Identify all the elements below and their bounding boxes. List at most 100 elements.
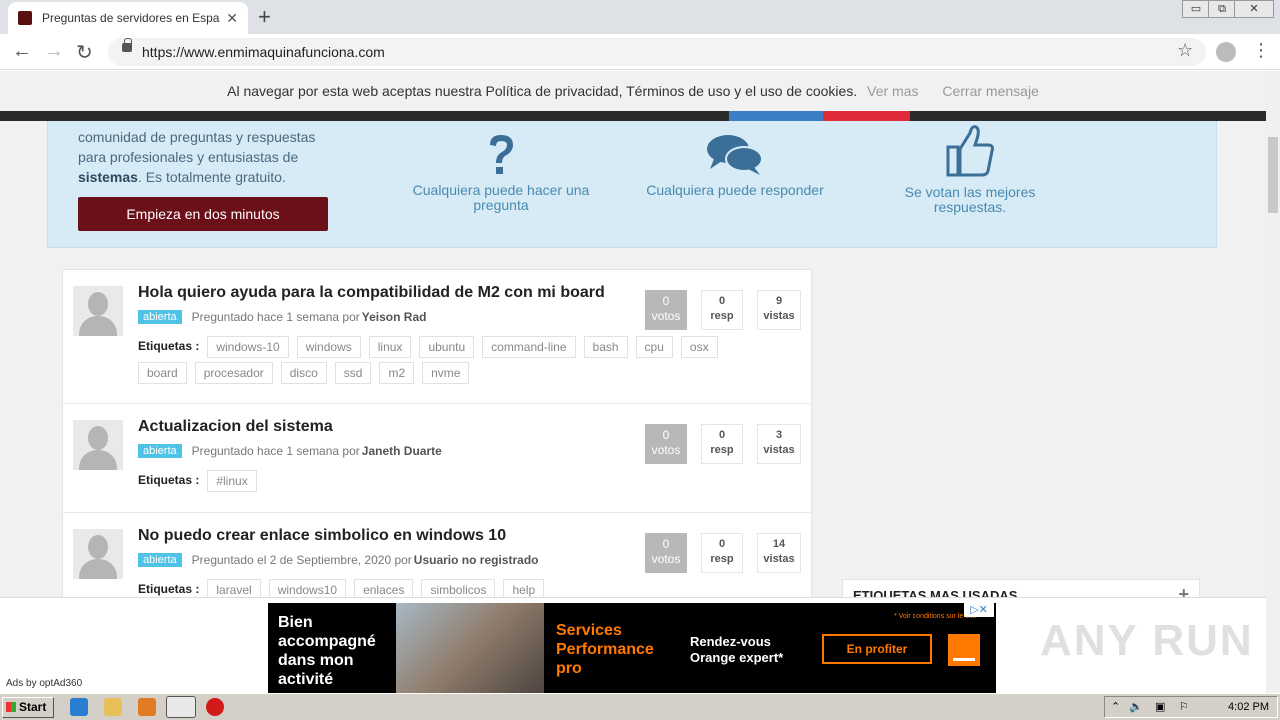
tag[interactable]: osx xyxy=(680,336,718,358)
views-label: vistas xyxy=(763,444,795,456)
tag[interactable]: cpu xyxy=(635,336,673,358)
tag[interactable]: linux xyxy=(368,336,412,358)
clock: 4:02 PM xyxy=(1228,701,1269,713)
chrome-taskbar-icon[interactable] xyxy=(166,696,196,718)
answers-label: resp xyxy=(710,310,734,322)
flag-icon[interactable]: ⚐ xyxy=(1179,697,1189,717)
ad-orange-text: Services Performance pro xyxy=(556,622,654,677)
tag[interactable]: m2 xyxy=(379,362,415,384)
votes-count: 0 votos xyxy=(645,290,687,330)
tag[interactable]: disco xyxy=(280,362,327,384)
browser-toolbar: ← → ↻ https://www.enmimaquinafunciona.co… xyxy=(0,34,1280,70)
tags-label: Etiquetas : xyxy=(138,339,200,353)
volume-icon[interactable]: 🔈 xyxy=(1129,697,1143,717)
cookie-more-link[interactable]: Ver mas xyxy=(867,83,918,99)
ad-white-text: Rendez-vous Orange expert* xyxy=(690,634,784,665)
user-avatar[interactable] xyxy=(73,529,123,579)
tags-label: Etiquetas : xyxy=(138,582,200,596)
user-avatar[interactable] xyxy=(73,420,123,470)
tab-title: Preguntas de servidores en Español xyxy=(42,11,221,25)
tag[interactable]: nvme xyxy=(422,362,470,384)
tag[interactable]: simbolicos xyxy=(421,579,496,597)
page-scrollbar[interactable] xyxy=(1266,71,1280,693)
tag[interactable]: windows-10 xyxy=(207,336,289,358)
anyrun-watermark: ANY RUN xyxy=(1040,616,1254,665)
popular-tags-widget: ETIQUETAS MAS USADAS + xyxy=(842,579,1200,597)
start-button-taskbar[interactable]: Start xyxy=(2,697,54,718)
address-bar[interactable]: https://www.enmimaquinafunciona.com xyxy=(108,38,1206,66)
feature-ask-label: Cualquiera puede hacer una pregunta xyxy=(412,182,590,213)
tag[interactable]: procesador xyxy=(194,362,273,384)
question-title[interactable]: Hola quiero ayuda para la compatibilidad… xyxy=(138,284,605,302)
browser-tab-strip: Preguntas de servidores en Español ✕ + ▭… xyxy=(0,0,1280,34)
ie-icon[interactable] xyxy=(70,698,88,716)
menu-dots-icon[interactable]: ⋮ xyxy=(1252,40,1270,61)
question-meta: abierta Preguntado el 2 de Septiembre, 2… xyxy=(138,553,538,567)
tag[interactable]: help xyxy=(503,579,545,597)
welcome-bold: sistemas xyxy=(78,169,138,185)
opera-icon[interactable] xyxy=(206,698,224,716)
views-value: 9 xyxy=(775,295,783,307)
tag[interactable]: ssd xyxy=(334,362,372,384)
tag[interactable]: enlaces xyxy=(354,579,414,597)
user-link[interactable]: Yeison Rad xyxy=(362,310,427,324)
profile-avatar-icon[interactable] xyxy=(1216,42,1236,62)
scrollbar-thumb[interactable] xyxy=(1268,137,1278,213)
reload-icon[interactable]: ↻ xyxy=(76,40,93,65)
answers-count: 0 resp xyxy=(701,533,743,573)
header-accent-blue xyxy=(729,111,823,121)
adchoices-close-icon[interactable]: ▷✕ xyxy=(964,603,994,617)
browser-tab[interactable]: Preguntas de servidores en Español ✕ xyxy=(8,2,248,34)
ad-cta-button[interactable]: En profiter xyxy=(822,634,932,664)
folder-icon[interactable] xyxy=(104,698,122,716)
question-title[interactable]: Actualizacion del sistema xyxy=(138,418,333,436)
votes-count: 0 votos xyxy=(645,533,687,573)
tray-arrow-icon[interactable]: ⌃ xyxy=(1111,697,1120,717)
user-avatar[interactable] xyxy=(73,286,123,336)
start-button[interactable]: Empieza en dos minutos xyxy=(78,197,328,231)
back-arrow-icon[interactable]: ← xyxy=(12,40,32,63)
window-restore-button[interactable]: ⧉ xyxy=(1208,0,1236,18)
tags-row: Etiquetas : #linux xyxy=(138,470,758,496)
windows-taskbar: Start ⌃ 🔈 ▣ ⚐ 4:02 PM xyxy=(0,693,1280,720)
tags-label: Etiquetas : xyxy=(138,473,200,487)
tag[interactable]: bash xyxy=(583,336,628,358)
cookie-close-link[interactable]: Cerrar mensaje xyxy=(942,83,1038,99)
views-value: 3 xyxy=(775,429,783,441)
thumbs-up-icon xyxy=(946,125,994,177)
ads-by-label[interactable]: Ads by optAd360 xyxy=(6,678,82,689)
tag[interactable]: laravel xyxy=(207,579,261,597)
bookmark-star-icon[interactable]: ☆ xyxy=(1177,40,1193,61)
views-count: 14 vistas xyxy=(757,533,801,573)
tag[interactable]: #linux xyxy=(207,470,257,492)
answers-count: 0 resp xyxy=(701,424,743,464)
new-tab-button[interactable]: + xyxy=(258,4,271,30)
tag[interactable]: windows xyxy=(296,336,361,358)
views-value: 14 xyxy=(772,538,786,550)
views-label: vistas xyxy=(763,553,795,565)
answers-label: resp xyxy=(710,444,734,456)
feature-vote-label: Se votan las mejores respuestas. xyxy=(904,184,1036,215)
tag[interactable]: ubuntu xyxy=(419,336,475,358)
tag[interactable]: windows10 xyxy=(268,579,347,597)
answers-value: 0 xyxy=(718,295,726,307)
window-close-button[interactable]: ✕ xyxy=(1234,0,1274,18)
expand-plus-icon[interactable]: + xyxy=(1178,584,1189,597)
feature-vote: Se votan las mejores respuestas. xyxy=(878,123,1062,215)
window-minimize-button[interactable]: ▭ xyxy=(1182,0,1210,18)
welcome-line-3: . Es totalmente gratuito. xyxy=(137,169,286,185)
tag[interactable]: command-line xyxy=(482,336,576,358)
network-icon[interactable]: ▣ xyxy=(1155,697,1165,717)
ad-banner[interactable]: Bien accompagné dans mon activité Servic… xyxy=(268,603,996,693)
media-player-icon[interactable] xyxy=(138,698,156,716)
user-link[interactable]: Janeth Duarte xyxy=(362,444,442,458)
user-link[interactable]: Usuario no registrado xyxy=(414,553,539,567)
question-title[interactable]: No puedo crear enlace simbolico en windo… xyxy=(138,527,506,545)
tab-close-icon[interactable]: ✕ xyxy=(226,10,238,27)
forward-arrow-icon[interactable]: → xyxy=(44,40,64,63)
tag[interactable]: board xyxy=(138,362,187,384)
answers-count: 0 resp xyxy=(701,290,743,330)
site-header-bar xyxy=(0,111,1266,121)
ad-photo xyxy=(396,603,544,693)
asked-text: Preguntado hace 1 semana por xyxy=(191,444,360,458)
